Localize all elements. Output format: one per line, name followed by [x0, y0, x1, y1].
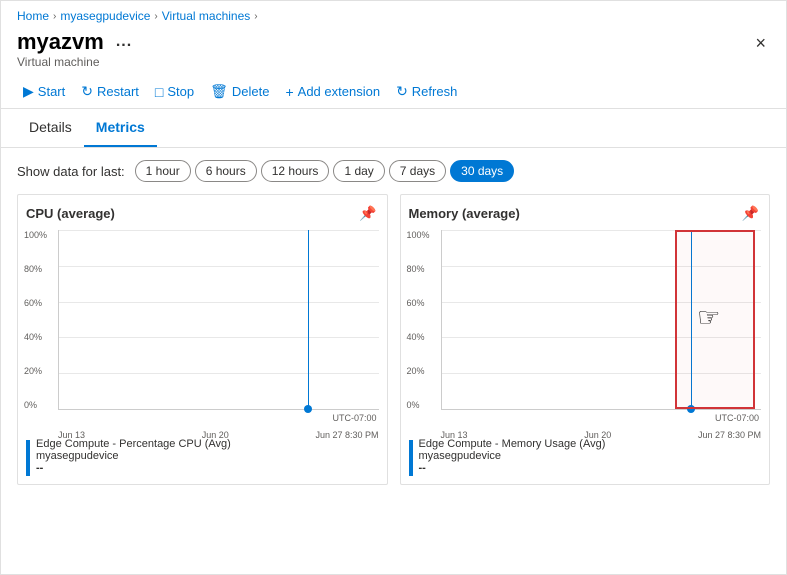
cpu-gridline-60	[59, 302, 379, 303]
add-extension-button[interactable]: + Add extension	[279, 80, 386, 104]
start-button[interactable]: ▶ Start	[17, 79, 71, 104]
mem-x-jun27: Jun 27 8:30 PM	[698, 430, 761, 440]
memory-legend: Edge Compute - Memory Usage (Avg) myaseg…	[409, 438, 762, 476]
vm-title: myazvm ...	[17, 29, 136, 55]
vm-subtitle: Virtual machine	[17, 55, 136, 69]
time-buttons: 1 hour 6 hours 12 hours 1 day 7 days 30 …	[135, 160, 515, 182]
cpu-legend-color	[26, 440, 30, 476]
cpu-legend-subtitle: myasegpudevice	[36, 450, 231, 462]
breadcrumb-chevron-2: ›	[154, 11, 157, 22]
cpu-y-40: 40%	[24, 332, 47, 342]
tab-details[interactable]: Details	[17, 109, 84, 147]
cpu-chart-header: CPU (average) 📌	[26, 203, 379, 224]
cpu-y-100: 100%	[24, 230, 47, 240]
cpu-utc-label: UTC-07:00	[332, 413, 376, 423]
mem-y-100: 100%	[407, 230, 430, 240]
time-btn-1day[interactable]: 1 day	[333, 160, 384, 182]
restart-icon: ↻	[81, 83, 93, 100]
title-section: myazvm ... Virtual machine	[17, 29, 136, 69]
time-btn-1hour[interactable]: 1 hour	[135, 160, 191, 182]
memory-selection-box	[675, 230, 755, 409]
delete-button[interactable]: 🗑 Delete	[204, 79, 275, 104]
delete-icon: 🗑	[210, 83, 228, 100]
memory-chart-card: Memory (average) 📌 100% 80% 60% 40% 20% …	[400, 194, 771, 485]
memory-legend-color	[409, 440, 413, 476]
breadcrumb-chevron-1: ›	[53, 11, 56, 22]
close-button[interactable]: ×	[751, 29, 770, 58]
show-data-label: Show data for last:	[17, 164, 125, 179]
time-btn-7days[interactable]: 7 days	[389, 160, 446, 182]
cpu-chart-title: CPU (average)	[26, 206, 115, 221]
breadcrumb: Home › myasegpudevice › Virtual machines…	[1, 1, 786, 27]
breadcrumb-vms[interactable]: Virtual machines	[162, 9, 251, 23]
toolbar: ▶ Start ↻ Restart □ Stop 🗑 Delete + Add …	[1, 75, 786, 109]
cpu-gridline-20	[59, 373, 379, 374]
cpu-vertical-line	[308, 230, 309, 409]
mem-x-jun13: Jun 13	[441, 430, 468, 440]
mem-y-20: 20%	[407, 366, 430, 376]
time-btn-12hours[interactable]: 12 hours	[261, 160, 330, 182]
charts-row: CPU (average) 📌 100% 80% 60% 40% 20% 0%	[17, 194, 770, 485]
restart-label: Restart	[97, 84, 139, 99]
vm-name: myazvm	[17, 29, 104, 55]
mem-y-80: 80%	[407, 264, 430, 274]
refresh-icon: ↻	[396, 83, 408, 100]
start-icon: ▶	[23, 83, 34, 100]
delete-label: Delete	[232, 84, 270, 99]
memory-legend-text: Edge Compute - Memory Usage (Avg) myaseg…	[419, 438, 606, 474]
memory-legend-value: --	[419, 462, 606, 474]
memory-pin-button[interactable]: 📌	[740, 203, 761, 224]
memory-chart-title: Memory (average)	[409, 206, 520, 221]
refresh-button[interactable]: ↻ Refresh	[390, 79, 463, 104]
cpu-x-jun20: Jun 20	[202, 430, 229, 440]
cpu-pin-button[interactable]: 📌	[357, 203, 378, 224]
ellipsis-button[interactable]: ...	[112, 31, 136, 53]
time-btn-30days[interactable]: 30 days	[450, 160, 514, 182]
stop-icon: □	[155, 84, 163, 100]
cpu-data-point	[304, 405, 312, 413]
mem-y-60: 60%	[407, 298, 430, 308]
cpu-x-jun27: Jun 27 8:30 PM	[315, 430, 378, 440]
breadcrumb-home[interactable]: Home	[17, 9, 49, 23]
tabs: Details Metrics	[1, 109, 786, 148]
mem-y-0: 0%	[407, 400, 430, 410]
stop-button[interactable]: □ Stop	[149, 80, 200, 104]
cpu-gridline-80	[59, 266, 379, 267]
tab-metrics[interactable]: Metrics	[84, 109, 157, 147]
cpu-x-jun13: Jun 13	[58, 430, 85, 440]
cpu-y-0: 0%	[24, 400, 47, 410]
show-data-row: Show data for last: 1 hour 6 hours 12 ho…	[17, 160, 770, 182]
cpu-y-80: 80%	[24, 264, 47, 274]
cpu-legend-value: --	[36, 462, 231, 474]
refresh-label: Refresh	[412, 84, 458, 99]
time-btn-6hours[interactable]: 6 hours	[195, 160, 257, 182]
add-extension-icon: +	[285, 84, 293, 100]
add-extension-label: Add extension	[298, 84, 380, 99]
cpu-y-20: 20%	[24, 366, 47, 376]
cpu-gridline-100	[59, 230, 379, 231]
start-label: Start	[38, 84, 65, 99]
restart-button[interactable]: ↻ Restart	[75, 79, 145, 104]
cpu-legend: Edge Compute - Percentage CPU (Avg) myas…	[26, 438, 379, 476]
cpu-y-60: 60%	[24, 298, 47, 308]
header: myazvm ... Virtual machine ×	[1, 27, 786, 75]
memory-legend-subtitle: myasegpudevice	[419, 450, 606, 462]
main-panel: Home › myasegpudevice › Virtual machines…	[0, 0, 787, 575]
cpu-chart-card: CPU (average) 📌 100% 80% 60% 40% 20% 0%	[17, 194, 388, 485]
content: Show data for last: 1 hour 6 hours 12 ho…	[1, 148, 786, 574]
mem-x-jun20: Jun 20	[584, 430, 611, 440]
cpu-legend-text: Edge Compute - Percentage CPU (Avg) myas…	[36, 438, 231, 474]
stop-label: Stop	[167, 84, 194, 99]
mem-utc-label: UTC-07:00	[715, 413, 759, 423]
memory-chart-header: Memory (average) 📌	[409, 203, 762, 224]
breadcrumb-device[interactable]: myasegpudevice	[60, 9, 150, 23]
mem-y-40: 40%	[407, 332, 430, 342]
breadcrumb-chevron-3: ›	[254, 11, 257, 22]
cpu-gridline-40	[59, 337, 379, 338]
